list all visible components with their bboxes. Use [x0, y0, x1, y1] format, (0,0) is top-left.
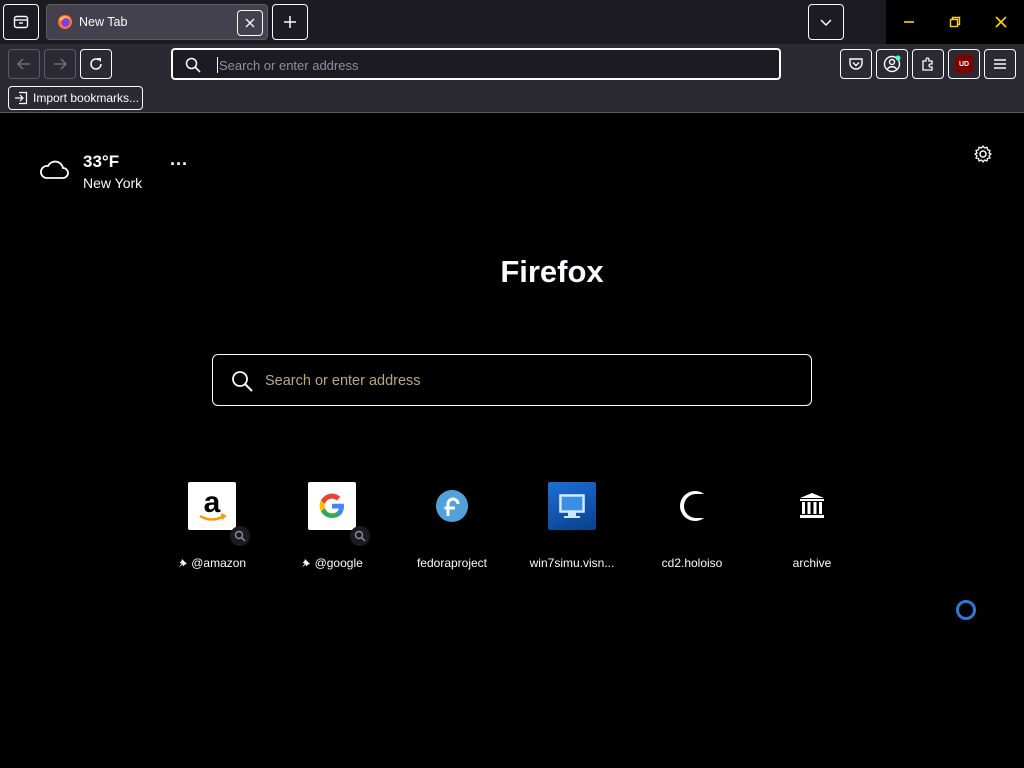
list-all-tabs-button[interactable]	[808, 4, 844, 40]
browser-window: New Tab Search or enter address UD Impor…	[0, 0, 1024, 768]
tab-title: New Tab	[79, 15, 128, 29]
amazon-icon: a	[188, 482, 236, 530]
firefox-view-icon	[13, 15, 29, 29]
minimize-icon	[904, 21, 914, 23]
newtab-search-box[interactable]: Search or enter address	[212, 354, 812, 406]
pocket-button[interactable]	[840, 49, 872, 79]
search-icon	[354, 530, 366, 542]
search-icon	[185, 57, 201, 73]
shortcut-label: @amazon	[152, 556, 272, 570]
shortcut-label: cd2.holoiso	[661, 556, 723, 570]
shortcut-google[interactable]: @google	[272, 482, 392, 578]
shortcut-label: fedoraproject	[416, 556, 488, 570]
search-icon	[232, 371, 253, 392]
restore-icon	[949, 16, 961, 28]
import-bookmarks-button[interactable]: Import bookmarks...	[8, 86, 143, 110]
minimize-button[interactable]	[886, 0, 932, 44]
cloud-icon	[40, 160, 69, 179]
navigation-toolbar: Search or enter address UD	[0, 44, 1024, 84]
svg-text:a: a	[204, 486, 221, 519]
text-caret	[217, 57, 218, 73]
import-bookmarks-label: Import bookmarks...	[33, 91, 140, 105]
plus-icon	[284, 16, 296, 28]
shortcut-cd2-holoiso[interactable]: cd2.holoiso	[632, 482, 752, 578]
arrow-left-icon	[16, 58, 30, 70]
shortcut-label: archive	[792, 556, 832, 570]
firefox-logo-icon	[58, 15, 72, 29]
firefox-view-button[interactable]	[3, 4, 39, 40]
app-menu-button[interactable]	[984, 49, 1016, 79]
fedora-icon	[428, 482, 476, 530]
ublock-icon: UD	[955, 55, 973, 73]
bookmarks-toolbar: Import bookmarks...	[0, 84, 1024, 113]
holoiso-icon	[668, 482, 716, 530]
weather-context-menu-button[interactable]: ···	[166, 155, 192, 178]
url-bar-placeholder[interactable]: Search or enter address	[219, 58, 358, 73]
google-icon	[308, 482, 356, 530]
weather-city: New York	[83, 175, 143, 191]
chevron-down-icon	[820, 19, 832, 27]
pin-icon	[178, 559, 187, 568]
shortcut-win7simu[interactable]: win7simu.visn...	[512, 482, 632, 578]
reload-button[interactable]	[80, 49, 112, 79]
extensions-button[interactable]	[912, 49, 944, 79]
back-button[interactable]	[8, 49, 40, 79]
search-icon	[234, 530, 246, 542]
ublock-badge-text: UD	[958, 60, 970, 68]
tab-close-button[interactable]	[237, 10, 263, 36]
gear-icon[interactable]	[972, 143, 994, 165]
firefox-wordmark: Firefox	[500, 254, 604, 289]
shortcut-fedoraproject[interactable]: fedoraproject	[392, 482, 512, 578]
puzzle-icon	[922, 57, 933, 71]
reload-icon	[90, 58, 102, 70]
hamburger-menu-icon	[994, 59, 1006, 69]
new-tab-button[interactable]	[272, 4, 308, 40]
shortcut-amazon[interactable]: a @amazon	[152, 482, 272, 578]
pocket-icon	[849, 58, 863, 70]
close-icon	[245, 18, 255, 28]
search-shortcut-badge	[230, 526, 250, 546]
pin-icon	[302, 559, 311, 568]
loading-spinner-icon	[956, 600, 976, 620]
account-button[interactable]	[876, 49, 908, 79]
url-bar[interactable]: Search or enter address	[171, 48, 781, 80]
window-controls	[886, 0, 1024, 44]
restore-button[interactable]	[932, 0, 978, 44]
arrow-right-icon	[54, 58, 68, 70]
search-shortcut-badge	[350, 526, 370, 546]
weather-temperature: 33°F	[83, 152, 120, 171]
shortcut-archive[interactable]: archive	[752, 482, 872, 578]
ublock-origin-button[interactable]: UD	[948, 49, 980, 79]
shortcut-label: win7simu.visn...	[529, 556, 615, 570]
win7-icon	[548, 482, 596, 530]
account-icon	[883, 55, 901, 73]
forward-button[interactable]	[44, 49, 76, 79]
archive-icon	[788, 482, 836, 530]
close-window-icon	[995, 16, 1007, 28]
tab-strip: New Tab	[0, 0, 1024, 44]
newtab-search-placeholder: Search or enter address	[265, 373, 421, 389]
shortcut-label: @google	[272, 556, 392, 570]
close-window-button[interactable]	[978, 0, 1024, 44]
tab-new-tab[interactable]: New Tab	[46, 4, 268, 40]
import-icon	[15, 91, 28, 105]
